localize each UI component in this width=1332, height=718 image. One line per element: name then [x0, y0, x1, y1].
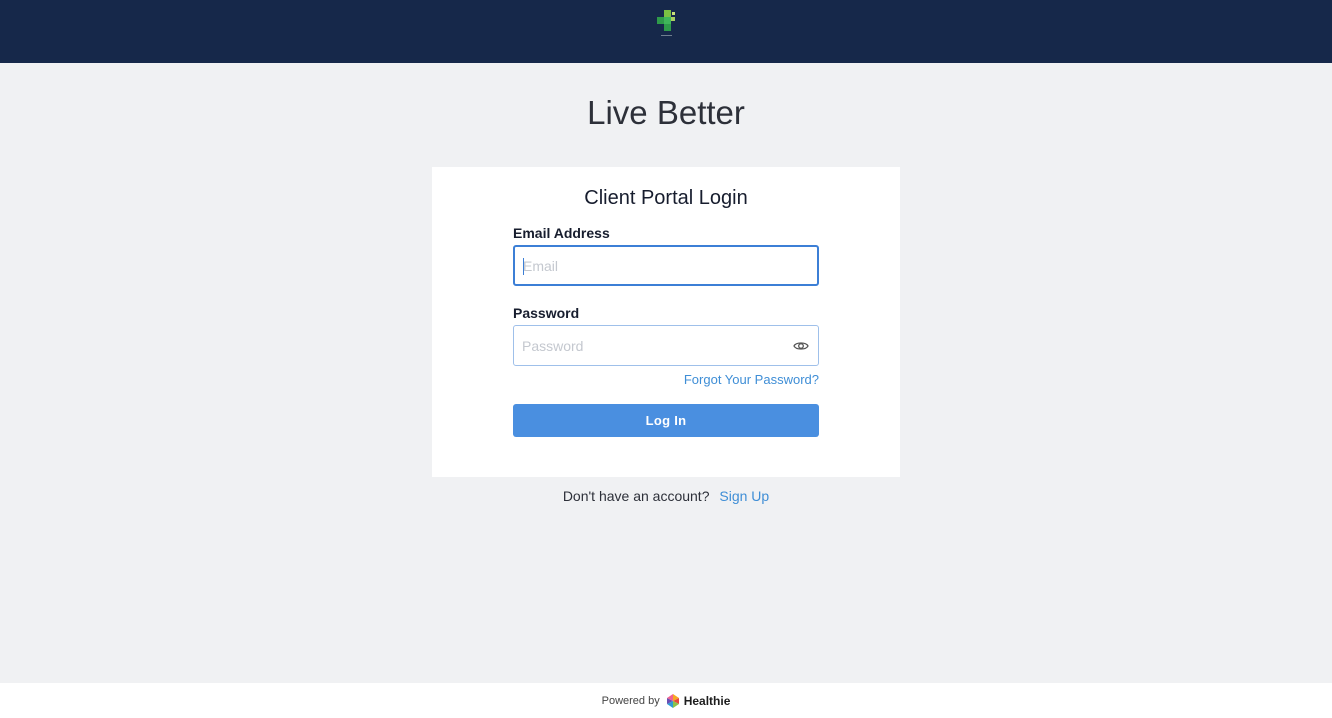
text-caret — [523, 258, 524, 275]
hero-title: Live Better — [587, 94, 745, 131]
email-field-wrapper — [513, 245, 819, 286]
signup-prompt: Don't have an account? — [562, 488, 710, 504]
footer: Powered by Healthie — [0, 683, 1332, 718]
password-field-wrapper — [513, 325, 819, 366]
green-cross-logo-icon[interactable] — [654, 10, 678, 38]
password-input[interactable] — [514, 326, 818, 365]
healthie-logo-icon — [666, 693, 679, 708]
login-button[interactable]: Log In — [513, 404, 819, 437]
top-navbar — [0, 0, 1332, 63]
forgot-password-link[interactable]: Forgot Your Password? — [684, 372, 819, 387]
email-input[interactable] — [515, 247, 817, 284]
healthie-brand-name[interactable]: Healthie — [684, 694, 731, 708]
signup-link[interactable]: Sign Up — [719, 488, 769, 504]
powered-by-text: Powered by — [601, 694, 660, 707]
login-card: Client Portal Login Email Address Passwo… — [432, 167, 900, 477]
password-label: Password — [513, 305, 580, 321]
email-label: Email Address — [513, 225, 610, 241]
signup-row: Don't have an account? Sign Up — [0, 488, 1332, 504]
eye-icon[interactable] — [793, 338, 809, 354]
login-card-title: Client Portal Login — [584, 187, 748, 209]
